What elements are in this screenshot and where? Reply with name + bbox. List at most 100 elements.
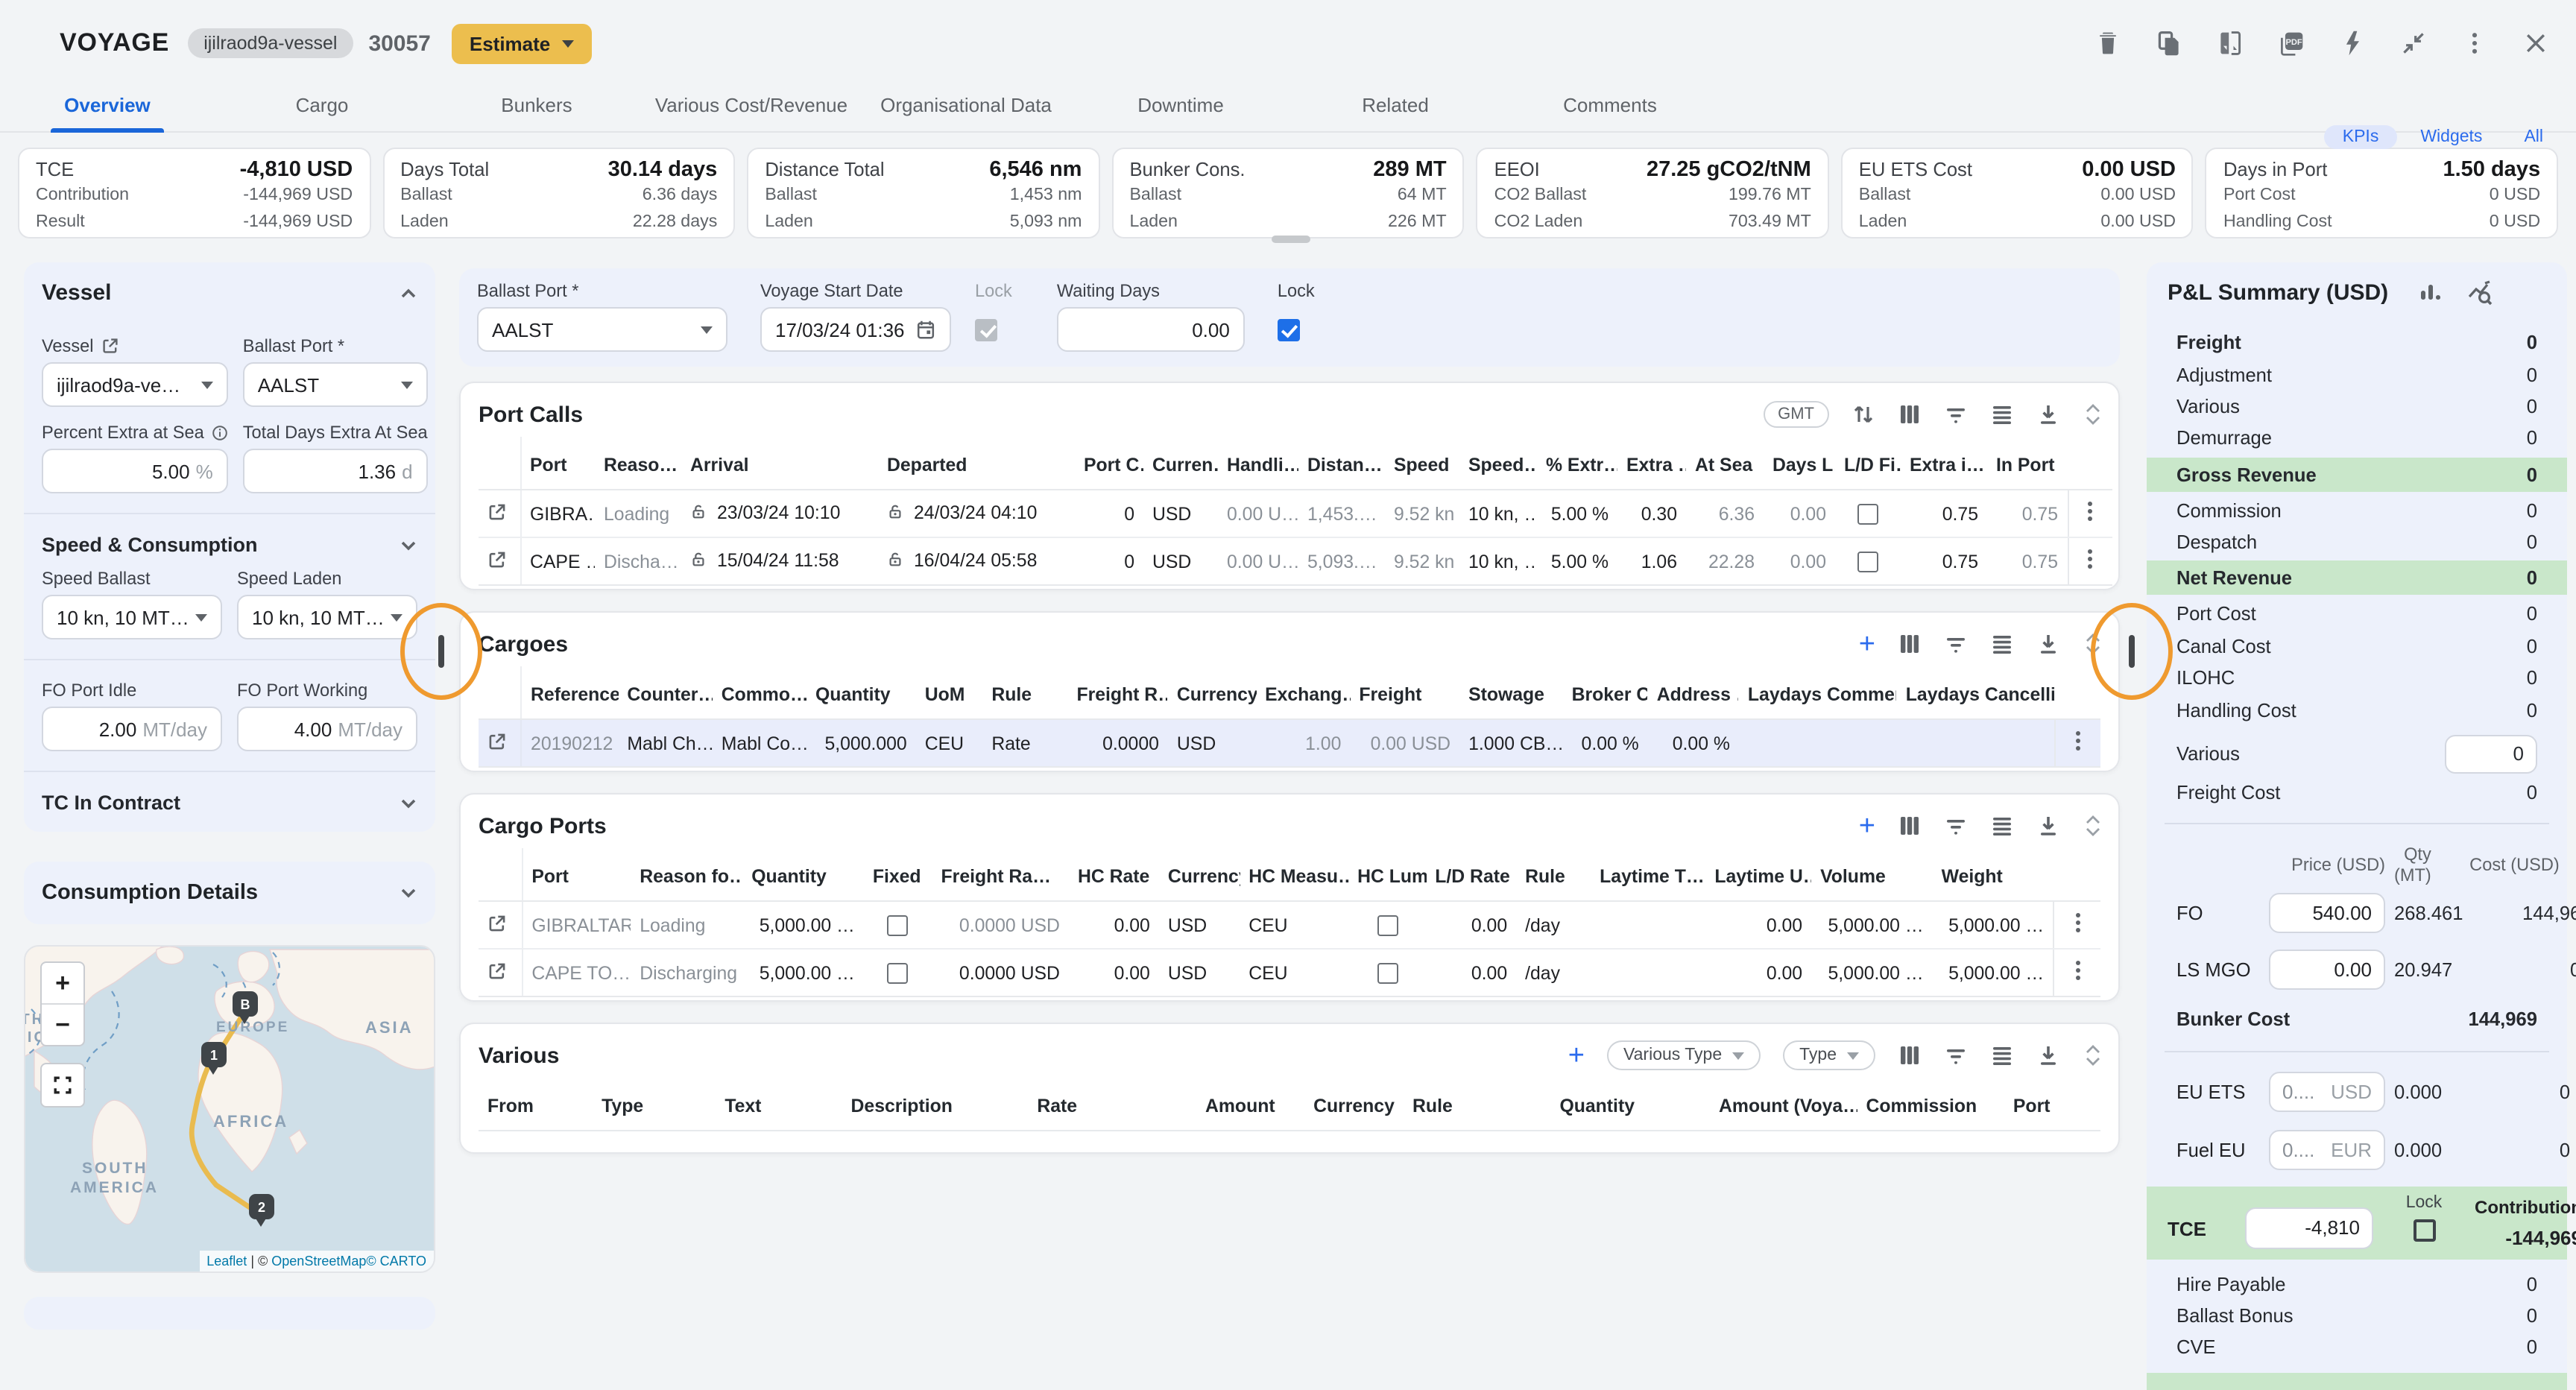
col-header[interactable]: At Sea bbox=[1686, 437, 1764, 490]
hc-lumpsum-checkbox[interactable] bbox=[1377, 962, 1398, 983]
col-header[interactable]: From bbox=[479, 1078, 593, 1131]
add-cargo-button[interactable]: + bbox=[1859, 630, 1875, 658]
col-header[interactable]: Extra i… bbox=[1901, 437, 1987, 490]
col-header[interactable]: Commo… bbox=[713, 666, 806, 719]
tce-lock-checkbox[interactable] bbox=[2413, 1219, 2435, 1241]
download-icon[interactable] bbox=[2036, 1043, 2060, 1067]
row-density-icon[interactable] bbox=[1990, 632, 2014, 656]
filter-icon[interactable] bbox=[1944, 402, 1968, 426]
col-header[interactable]: Rule bbox=[982, 666, 1067, 719]
col-header[interactable]: Rate bbox=[1028, 1078, 1196, 1131]
col-header[interactable]: Laydays Commence bbox=[1739, 666, 1897, 719]
route-map[interactable]: NORTH AMERICA SOUTH AMERICA AFRICA EUROP… bbox=[24, 945, 435, 1273]
table-row[interactable]: GIBRA… Loading 23/03/24 10:10 24/03/24 0… bbox=[479, 490, 2112, 537]
fullscreen-button[interactable] bbox=[40, 1063, 85, 1108]
row-density-icon[interactable] bbox=[1990, 814, 2014, 838]
columns-icon[interactable] bbox=[1898, 402, 1922, 426]
row-menu-icon[interactable] bbox=[2068, 537, 2112, 585]
lightning-icon[interactable] bbox=[2339, 30, 2366, 57]
fo-port-working-input[interactable]: 4.00MT/day bbox=[237, 707, 417, 751]
table-row[interactable]: CAPE TO… Discharging 5,000.00 … 0.0000 U… bbox=[479, 949, 2100, 996]
compare-icon[interactable] bbox=[2217, 30, 2244, 57]
collapse-window-icon[interactable] bbox=[2400, 30, 2427, 57]
left-panel-resize-handle[interactable] bbox=[438, 635, 443, 668]
tab-various-cost-revenue[interactable]: Various Cost/Revenue bbox=[644, 78, 859, 131]
col-header[interactable]: Port bbox=[2004, 1078, 2100, 1131]
col-header[interactable]: Freight R… bbox=[1067, 666, 1167, 719]
vessel-select[interactable]: ijilraod9a-ve… bbox=[42, 362, 228, 407]
collapsed-panel[interactable] bbox=[24, 1297, 435, 1330]
calendar-icon[interactable] bbox=[915, 319, 936, 340]
download-icon[interactable] bbox=[2036, 632, 2060, 656]
row-menu-icon[interactable] bbox=[2053, 901, 2100, 949]
col-header[interactable]: Exchang… bbox=[1256, 666, 1350, 719]
fuel-eu-price-input[interactable]: 0....EUR bbox=[2269, 1129, 2385, 1169]
row-density-icon[interactable] bbox=[1990, 1043, 2014, 1067]
hc-lumpsum-checkbox[interactable] bbox=[1377, 914, 1398, 935]
tab-bunkers[interactable]: Bunkers bbox=[429, 78, 644, 131]
col-header[interactable]: Reference bbox=[521, 666, 618, 719]
speed-laden-select[interactable]: 10 kn, 10 MT… bbox=[237, 595, 417, 639]
eu-ets-price-input[interactable]: 0....USD bbox=[2269, 1071, 2385, 1111]
col-header[interactable]: HC Lump… bbox=[1348, 848, 1426, 901]
col-header[interactable]: Quantity bbox=[742, 848, 864, 901]
waiting-days-lock-checkbox[interactable] bbox=[1278, 319, 1300, 341]
voyage-start-lock-checkbox[interactable] bbox=[975, 319, 997, 341]
columns-icon[interactable] bbox=[1898, 814, 1922, 838]
tab-overview[interactable]: Overview bbox=[0, 78, 215, 131]
col-header[interactable]: Reaso… bbox=[595, 437, 681, 490]
chevron-down-icon[interactable] bbox=[400, 794, 417, 812]
col-header[interactable]: In Port bbox=[1987, 437, 2068, 490]
col-header[interactable]: Commission bbox=[1857, 1078, 2004, 1131]
col-header[interactable]: Speed bbox=[1385, 437, 1459, 490]
col-header[interactable]: Freight Ra… bbox=[932, 848, 1069, 901]
analyze-chart-icon[interactable] bbox=[2467, 280, 2493, 306]
ld-fixed-checkbox[interactable] bbox=[1857, 551, 1878, 572]
gmt-toggle[interactable]: GMT bbox=[1763, 401, 1829, 428]
col-header[interactable]: Currency bbox=[1304, 1078, 1404, 1131]
col-header[interactable]: Counter… bbox=[618, 666, 712, 719]
row-density-icon[interactable] bbox=[1990, 402, 2014, 426]
col-header[interactable]: Extra … bbox=[1617, 437, 1686, 490]
type-dropdown[interactable]: Type bbox=[1783, 1040, 1875, 1070]
more-menu-icon[interactable] bbox=[2461, 30, 2488, 57]
estimate-button[interactable]: Estimate bbox=[452, 23, 592, 63]
row-menu-icon[interactable] bbox=[2055, 719, 2100, 767]
add-cargo-port-button[interactable]: + bbox=[1859, 812, 1875, 840]
toggle-all[interactable]: All bbox=[2506, 125, 2561, 149]
tab-downtime[interactable]: Downtime bbox=[1073, 78, 1288, 131]
col-header[interactable]: Curren… bbox=[1143, 437, 1218, 490]
row-menu-icon[interactable] bbox=[2053, 949, 2100, 996]
col-header[interactable]: Type bbox=[593, 1078, 716, 1131]
col-header[interactable]: Stowage bbox=[1459, 666, 1563, 719]
col-header[interactable]: Laytime U… bbox=[1705, 848, 1811, 901]
download-icon[interactable] bbox=[2036, 814, 2060, 838]
col-header[interactable]: Currency bbox=[1159, 848, 1240, 901]
tab-related[interactable]: Related bbox=[1288, 78, 1503, 131]
fixed-checkbox[interactable] bbox=[888, 914, 909, 935]
tab-cargo[interactable]: Cargo bbox=[215, 78, 429, 131]
col-header[interactable]: Address … bbox=[1648, 666, 1739, 719]
carto-link[interactable]: © CARTO bbox=[366, 1254, 426, 1269]
open-row-icon[interactable] bbox=[487, 502, 507, 521]
col-header[interactable]: Currency bbox=[1168, 666, 1256, 719]
fixed-checkbox[interactable] bbox=[888, 962, 909, 983]
col-header[interactable]: Quantity bbox=[1550, 1078, 1710, 1131]
filter-icon[interactable] bbox=[1944, 814, 1968, 838]
columns-icon[interactable] bbox=[1898, 632, 1922, 656]
pnl-various-input[interactable]: 0 bbox=[2445, 735, 2537, 774]
tab-organisational-data[interactable]: Organisational Data bbox=[859, 78, 1073, 131]
col-header[interactable]: Speed… bbox=[1459, 437, 1537, 490]
close-icon[interactable] bbox=[2522, 30, 2549, 57]
col-header[interactable]: Port C… bbox=[1075, 437, 1143, 490]
open-vessel-icon[interactable] bbox=[101, 337, 119, 355]
col-header[interactable]: Handli… bbox=[1218, 437, 1298, 490]
columns-icon[interactable] bbox=[1898, 1043, 1922, 1067]
col-header[interactable]: Rule bbox=[1404, 1078, 1550, 1131]
col-header[interactable]: L/D Fi… bbox=[1835, 437, 1901, 490]
waiting-days-input[interactable]: 0.00 bbox=[1057, 307, 1245, 352]
col-header[interactable]: Freight bbox=[1350, 666, 1459, 719]
collapse-section-icon[interactable] bbox=[2086, 404, 2100, 425]
filter-icon[interactable] bbox=[1944, 632, 1968, 656]
horizontal-drag-handle[interactable] bbox=[1272, 236, 1310, 243]
